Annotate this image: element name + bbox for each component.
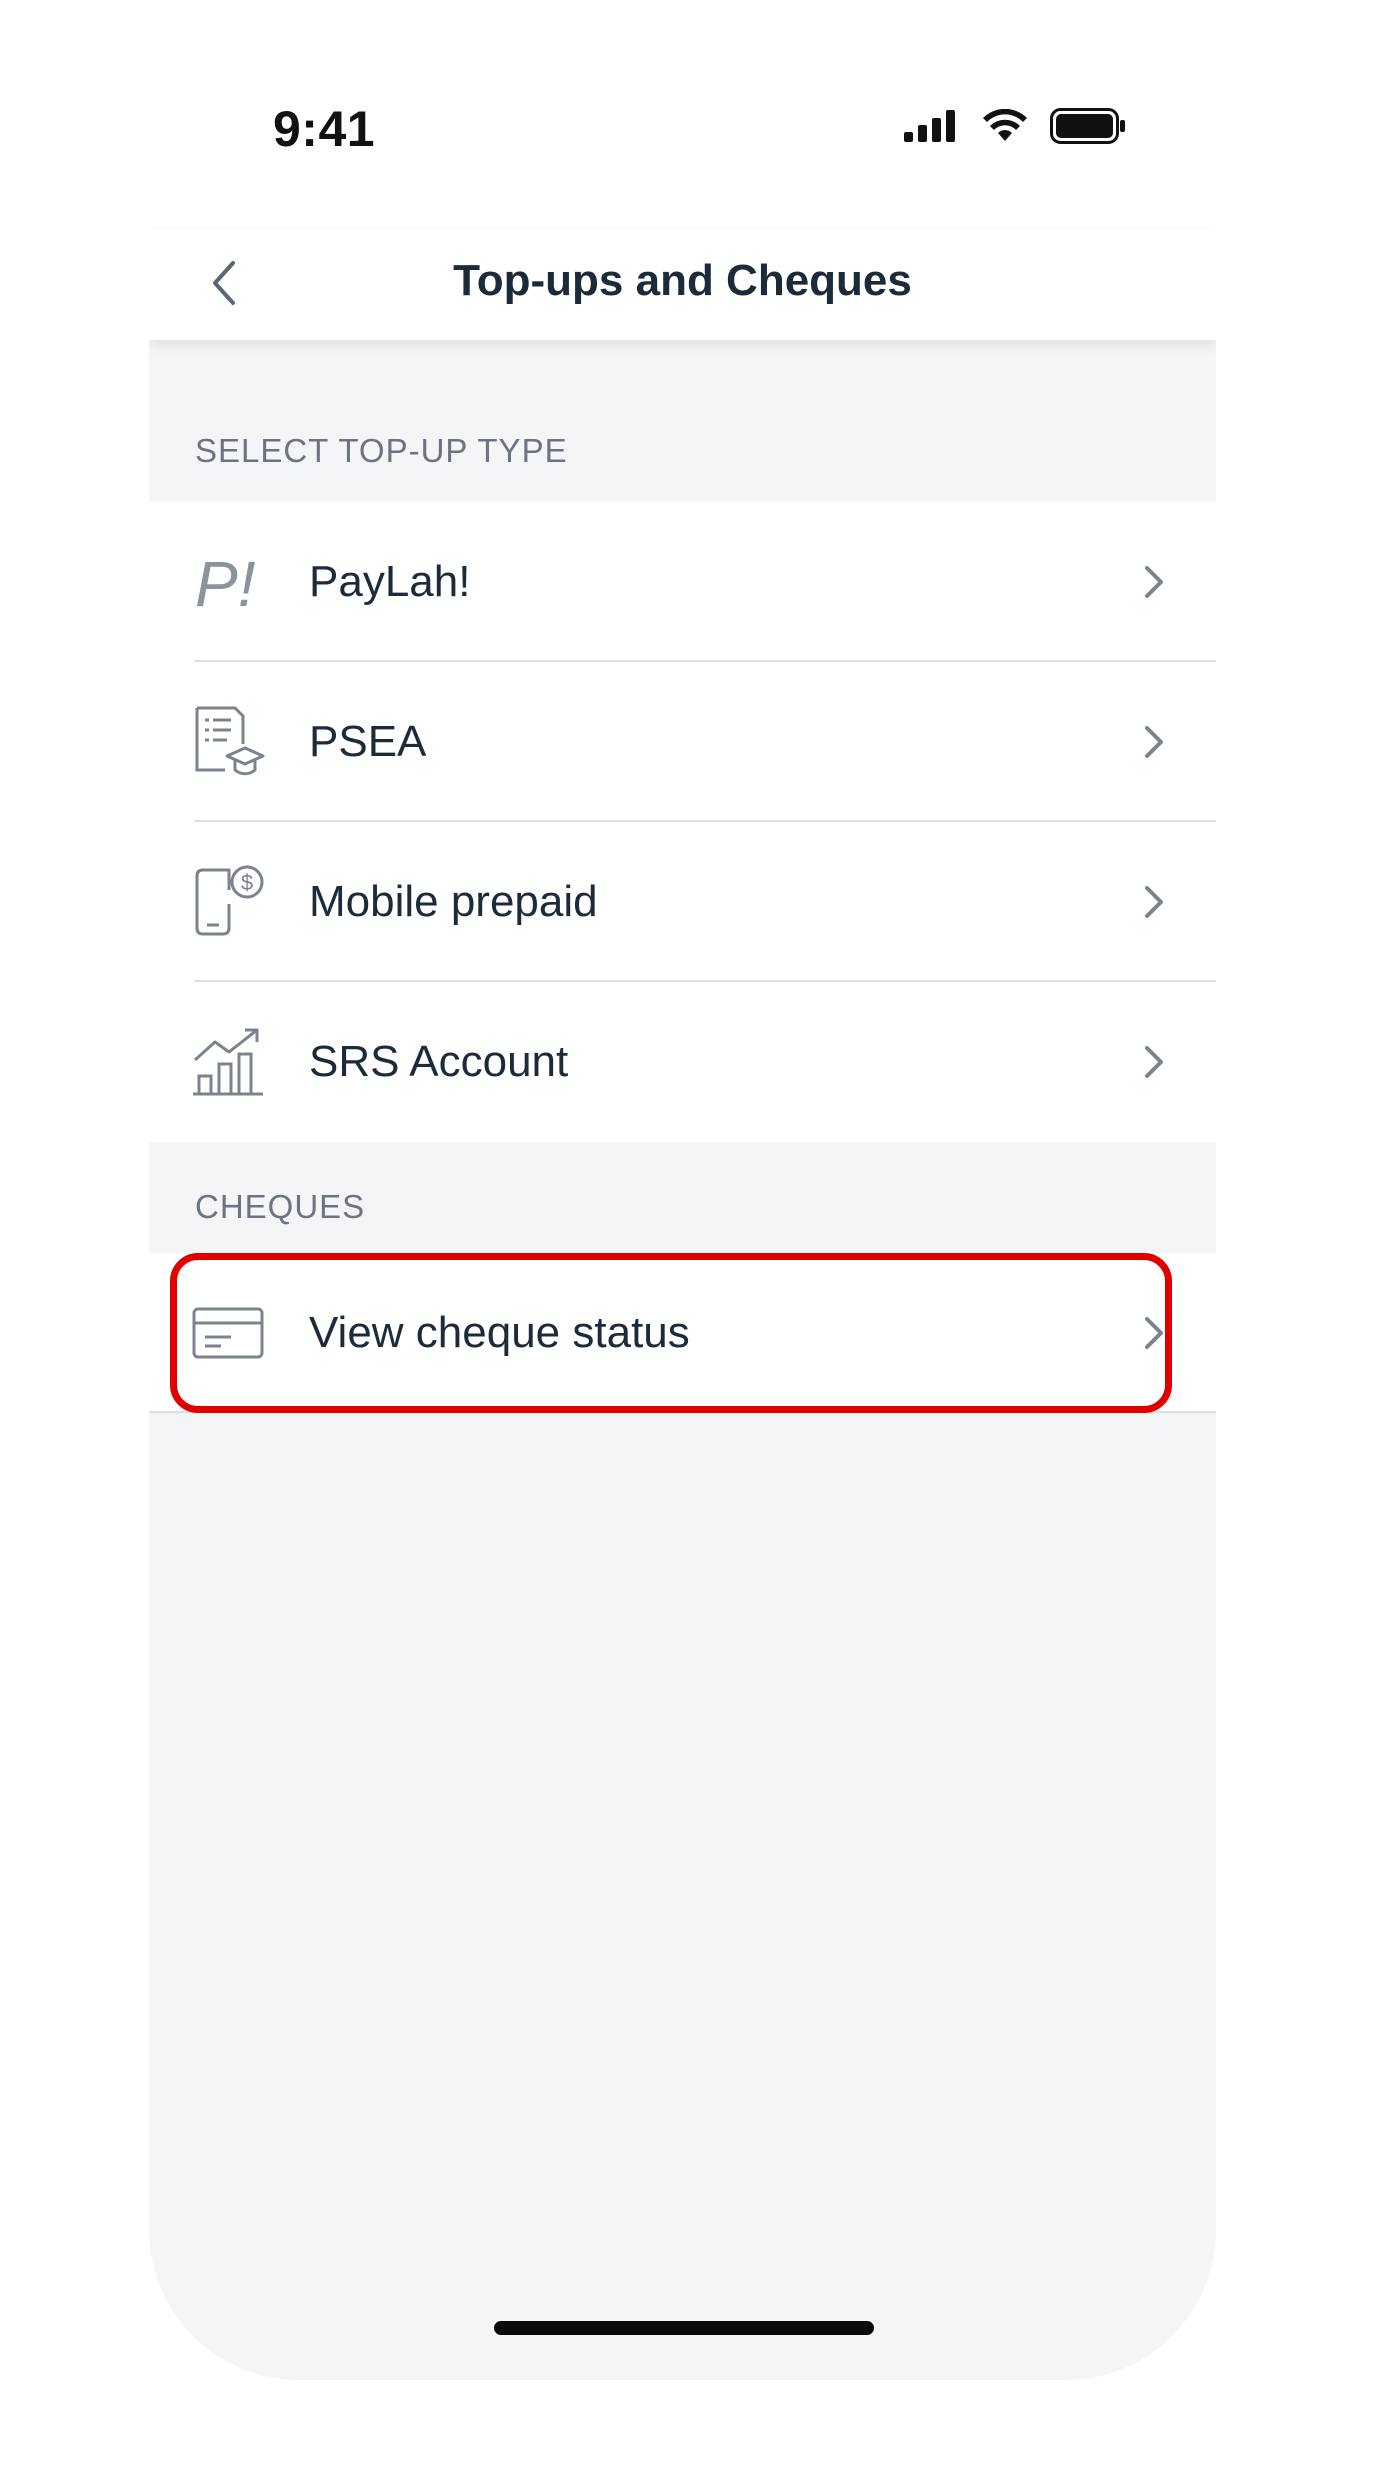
chevron-right-icon xyxy=(1134,1313,1174,1353)
list-item-label: SRS Account xyxy=(309,1037,569,1086)
chevron-right-icon xyxy=(1134,882,1174,922)
cheque-card-icon xyxy=(191,1295,267,1371)
svg-text:$: $ xyxy=(241,870,253,895)
status-bar: 9:41 xyxy=(149,0,1216,230)
chevron-right-icon xyxy=(1134,562,1174,602)
list-item-psea[interactable]: PSEA xyxy=(149,662,1216,822)
list-item-mobile-prepaid[interactable]: $ Mobile prepaid xyxy=(149,822,1216,982)
divider xyxy=(149,1411,1216,1413)
mobile-prepaid-icon: $ xyxy=(191,864,267,940)
battery-icon xyxy=(1050,108,1126,149)
list-item-srs-account[interactable]: SRS Account xyxy=(149,982,1216,1142)
cheque-list: View cheque status xyxy=(149,1253,1216,1413)
phone-screen: 9:41 Top-ups and Cheques SELECT TOP-UP T… xyxy=(149,0,1216,2380)
list-item-view-cheque-status[interactable]: View cheque status xyxy=(149,1253,1216,1413)
cellular-signal-icon xyxy=(904,110,960,147)
section-header-topup: SELECT TOP-UP TYPE xyxy=(195,432,568,469)
wifi-icon xyxy=(982,108,1028,148)
list-item-label: View cheque status xyxy=(309,1308,690,1357)
list-item-label: PSEA xyxy=(309,717,427,766)
page-title: Top-ups and Cheques xyxy=(453,256,912,305)
navigation-bar: Top-ups and Cheques xyxy=(149,230,1216,340)
home-indicator xyxy=(494,2321,874,2335)
srs-chart-icon xyxy=(191,1024,267,1100)
status-icons xyxy=(904,108,1126,149)
chevron-right-icon xyxy=(1134,722,1174,762)
chevron-right-icon xyxy=(1134,1042,1174,1082)
svg-text:P!: P! xyxy=(195,548,256,620)
list-item-label: Mobile prepaid xyxy=(309,877,598,926)
topup-list: P! PayLah! PSEA $ Mobile prepaid SRS Acc… xyxy=(149,502,1216,1142)
section-header-cheques: CHEQUES xyxy=(195,1188,366,1225)
status-time: 9:41 xyxy=(273,101,376,157)
list-item-label: PayLah! xyxy=(309,557,471,606)
psea-document-icon xyxy=(191,704,267,780)
list-item-paylah[interactable]: P! PayLah! xyxy=(149,502,1216,662)
paylah-icon: P! xyxy=(191,544,267,620)
